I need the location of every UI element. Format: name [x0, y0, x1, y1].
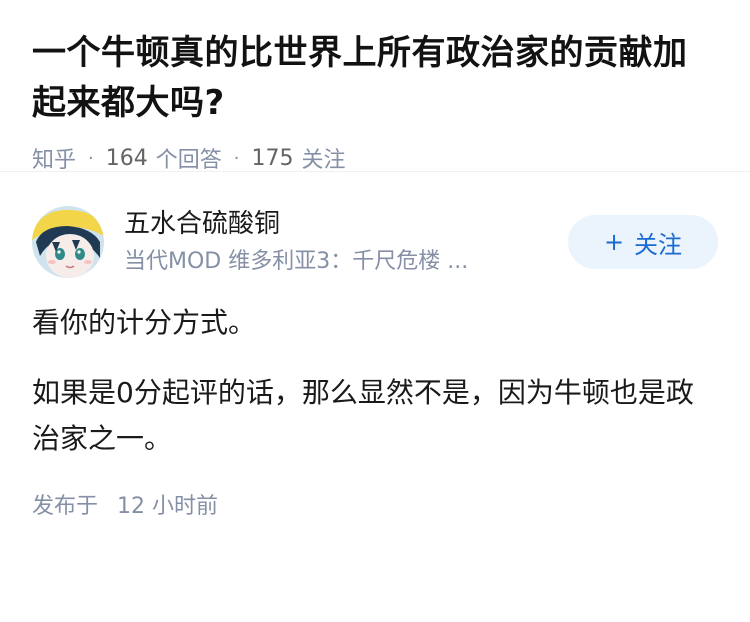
author-row: 五水合硫酸铜 当代MOD 维多利亚3：千尺危楼 ... + 关注 [32, 204, 718, 280]
follow-button[interactable]: + 关注 [568, 215, 718, 269]
follower-count: 175 [251, 145, 294, 171]
plus-icon: + [603, 228, 625, 256]
author-name[interactable]: 五水合硫酸铜 [124, 206, 546, 242]
question-title[interactable]: 一个牛顿真的比世界上所有政治家的贡献加起来都大吗? [32, 28, 718, 128]
meta-separator: · [233, 147, 240, 169]
follower-count-label[interactable]: 关注 [302, 142, 346, 174]
answer-count: 164 [105, 145, 148, 171]
answer-paragraph: 如果是0分起评的话，那么显然不是，因为牛顿也是政治家之一。 [32, 376, 694, 455]
published-time: 12 小时前 [117, 494, 219, 519]
answer-paragraph: 看你的计分方式。 [32, 306, 257, 339]
meta-separator: · [88, 147, 94, 169]
published-label: 发布于 [32, 494, 99, 519]
anime-character-avatar-icon [32, 206, 104, 278]
author-info: 五水合硫酸铜 当代MOD 维多利亚3：千尺危楼 ... [124, 206, 546, 278]
author-headline: 当代MOD 维多利亚3：千尺危楼 ... [124, 249, 469, 274]
question-meta: 知乎 · 164 个回答 · 175 关注 [32, 142, 718, 174]
answer-content: 看你的计分方式。 如果是0分起评的话，那么显然不是，因为牛顿也是政治家之一。 [32, 300, 718, 462]
source-label[interactable]: 知乎 [32, 142, 76, 174]
answer-card: 五水合硫酸铜 当代MOD 维多利亚3：千尺危楼 ... + 关注 看你的计分方式… [0, 172, 750, 520]
follow-button-label: 关注 [634, 230, 683, 259]
avatar[interactable] [32, 206, 104, 278]
answer-timestamp: 发布于 12 小时前 [32, 488, 718, 520]
answer-count-label[interactable]: 个回答 [156, 142, 222, 174]
question-header: 一个牛顿真的比世界上所有政治家的贡献加起来都大吗? 知乎 · 164 个回答 ·… [0, 0, 750, 174]
